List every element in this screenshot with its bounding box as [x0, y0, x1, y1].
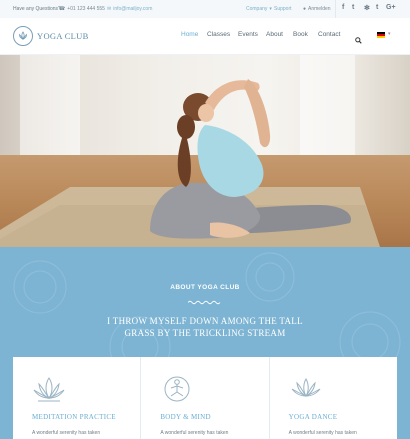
- card-text: A wonderful serenity has taken: [288, 430, 357, 436]
- top-bar: Have any Questions? ☎ +01 123 444 555 ✉ …: [0, 0, 410, 18]
- nav-contact[interactable]: Contact: [318, 31, 340, 38]
- nav-book[interactable]: Book: [293, 31, 308, 38]
- chevron-down-icon[interactable]: ▾: [388, 31, 391, 37]
- email-address: info@mailjoy.com: [113, 6, 153, 12]
- user-icon: ●: [303, 6, 307, 12]
- hero-image: [0, 55, 410, 247]
- nav-events[interactable]: Events: [238, 31, 258, 38]
- card-text: A wonderful serenity has taken: [32, 430, 101, 436]
- lotus-icon: [32, 374, 66, 409]
- lotus-icon: [289, 374, 323, 409]
- tumblr-icon[interactable]: t: [376, 4, 378, 11]
- company-label: Company: [246, 6, 268, 12]
- phone-number: +01 123 444 555: [67, 6, 105, 12]
- card-title: YOGA DANCE: [288, 413, 338, 421]
- brand-name: YOGA CLUB: [37, 31, 89, 41]
- card-title: BODY & MIND: [160, 413, 211, 421]
- card-text: A wonderful serenity has taken: [160, 430, 229, 436]
- nav-about[interactable]: About: [266, 31, 283, 38]
- facebook-icon[interactable]: f: [342, 4, 344, 11]
- account-label: Anmelden: [308, 6, 331, 12]
- google-plus-icon[interactable]: G+: [386, 4, 396, 11]
- feature-card[interactable]: MEDITATION PRACTICE A wonderful serenity…: [13, 357, 142, 439]
- card-title: MEDITATION PRACTICE: [32, 413, 116, 421]
- email-item[interactable]: ✉ info@mailjoy.com: [107, 6, 152, 12]
- account-link[interactable]: ● Anmelden: [303, 6, 331, 12]
- section-kicker: ABOUT YOGA CLUB: [170, 284, 240, 291]
- support-link[interactable]: Support: [274, 6, 292, 12]
- logo[interactable]: YOGA CLUB: [13, 26, 89, 46]
- site-header: YOGA CLUB Home Classes Events About Book…: [0, 18, 410, 55]
- yoga-pose-icon: [160, 374, 194, 409]
- section-headline: I THROW MYSELF DOWN AMONG THE TALL GRASS…: [107, 316, 303, 338]
- search-icon[interactable]: [355, 31, 362, 49]
- yelp-icon[interactable]: ✻: [364, 4, 370, 12]
- feature-card[interactable]: BODY & MIND A wonderful serenity has tak…: [141, 357, 270, 439]
- chevron-down-icon: ▾: [269, 6, 272, 12]
- mail-icon: ✉: [107, 6, 112, 12]
- nav-home[interactable]: Home: [181, 31, 198, 38]
- nav-classes[interactable]: Classes: [207, 31, 230, 38]
- lotus-logo-icon: [13, 26, 33, 46]
- wave-divider-icon: [188, 300, 221, 305]
- language-flag-icon[interactable]: [377, 32, 385, 38]
- company-menu[interactable]: Company ▾: [246, 6, 272, 12]
- phone-item[interactable]: ☎ +01 123 444 555: [59, 6, 105, 12]
- twitter-icon[interactable]: t: [352, 4, 354, 11]
- yoga-pose-illustration: [0, 79, 380, 247]
- features-row: MEDITATION PRACTICE A wonderful serenity…: [13, 357, 397, 439]
- feature-card[interactable]: YOGA DANCE A wonderful serenity has take…: [270, 357, 397, 439]
- divider: [335, 0, 336, 18]
- contact-question: Have any Questions?: [13, 6, 61, 12]
- phone-icon: ☎: [59, 6, 66, 12]
